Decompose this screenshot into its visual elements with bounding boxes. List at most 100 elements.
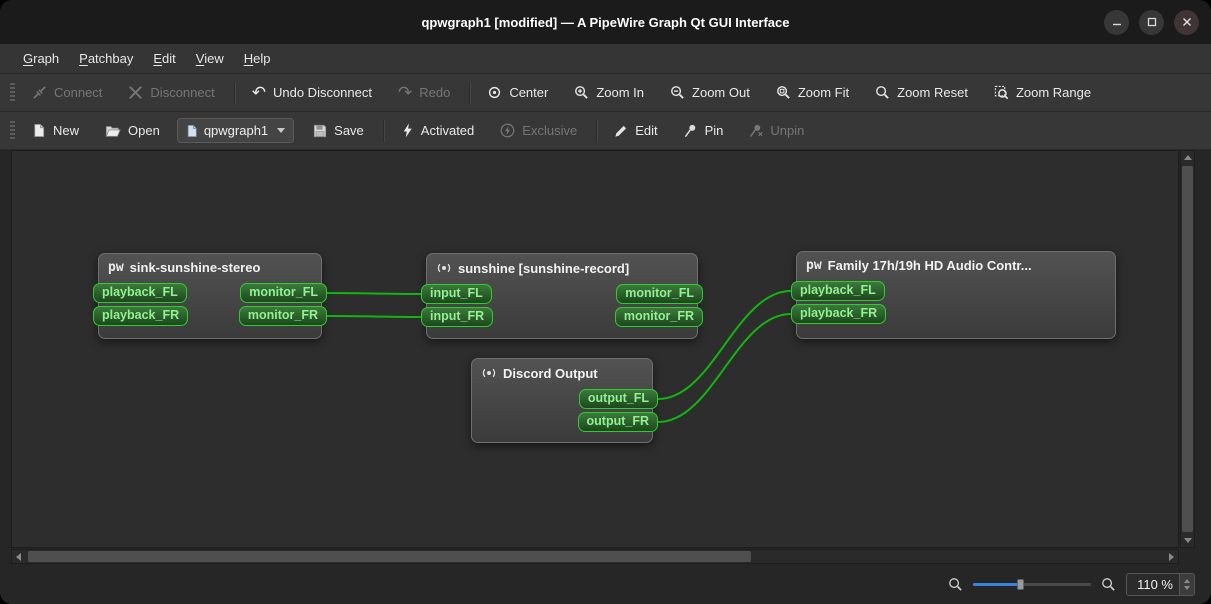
activated-button[interactable]: Activated (392, 118, 483, 143)
port-output-fr[interactable]: output_FR (577, 412, 658, 432)
port-monitor-fr[interactable]: monitor_FR (238, 306, 327, 326)
speaker-icon (482, 368, 496, 378)
exclusive-button[interactable]: Exclusive (491, 118, 586, 143)
node-sunshine[interactable]: sunshine [sunshine-record] input_FL moni… (421, 253, 703, 339)
toolbar-drag-handle[interactable] (10, 82, 15, 103)
open-folder-icon (105, 125, 121, 137)
magnifier-icon (1102, 577, 1115, 591)
zoom-spin-arrows[interactable] (1179, 573, 1194, 595)
port-monitor-fl[interactable]: monitor_FL (240, 283, 327, 303)
port-monitor-fl[interactable]: monitor_FL (616, 284, 703, 304)
new-button[interactable]: New (23, 118, 88, 143)
close-button[interactable] (1174, 9, 1199, 35)
spin-down-icon[interactable] (1184, 585, 1190, 590)
graph-canvas[interactable]: pw sink-sunshine-stereo playback_FL moni… (11, 150, 1179, 548)
disconnect-icon (129, 86, 143, 99)
zoom-reset-button[interactable]: Zoom Reset (866, 80, 977, 105)
zoom-range-icon (994, 85, 1009, 100)
pipewire-icon: pw (806, 258, 822, 273)
zoom-in-button[interactable]: Zoom In (565, 80, 653, 105)
new-document-icon (34, 123, 45, 138)
disconnect-button[interactable]: Disconnect (119, 80, 223, 105)
menu-patchbay[interactable]: Patchbay (70, 47, 142, 70)
pipewire-icon: pw (108, 260, 124, 275)
window-title: qpwgraph1 [modified] — A PipeWire Graph … (421, 14, 790, 30)
center-button[interactable]: Center (478, 80, 557, 105)
port-input-fl[interactable]: input_FL (421, 284, 492, 304)
menu-edit[interactable]: Edit (144, 47, 184, 70)
port-playback-fl[interactable]: playback_FL (93, 283, 187, 303)
scroll-left-button[interactable] (12, 550, 25, 563)
zoom-percent-spinbox[interactable]: 110 % (1126, 572, 1195, 596)
toolbar-drag-handle[interactable] (10, 120, 15, 141)
zoom-fit-button[interactable]: Zoom Fit (767, 80, 858, 105)
scroll-up-button[interactable] (1181, 151, 1194, 164)
connect-button[interactable]: Connect (23, 80, 111, 105)
zoom-fit-icon (776, 86, 790, 99)
main-area: pw sink-sunshine-stereo playback_FL moni… (0, 150, 1211, 568)
zoom-status-button[interactable] (1101, 577, 1116, 592)
zoom-reset-icon (876, 86, 889, 99)
unpin-icon (750, 124, 763, 137)
status-bar: 110 % (0, 568, 1211, 604)
zoom-out-button[interactable]: Zoom Out (661, 80, 759, 105)
node-discord-output[interactable]: Discord Output output_FL output_FR (471, 358, 658, 443)
menu-view[interactable]: View (187, 47, 233, 70)
redo-button[interactable]: ↷ Redo (389, 80, 459, 105)
minimize-icon (1112, 23, 1121, 26)
port-output-fl[interactable]: output_FL (578, 389, 658, 409)
menu-help[interactable]: Help (235, 47, 280, 70)
vertical-scrollbar-thumb[interactable] (1182, 166, 1193, 532)
zoom-fit-status-button[interactable] (948, 577, 963, 592)
file-icon (187, 124, 197, 137)
zoom-fit-icon (949, 577, 962, 591)
unpin-button[interactable]: Unpin (740, 118, 813, 143)
pin-icon (684, 124, 695, 137)
minimize-button[interactable] (1104, 9, 1129, 35)
node-sink-sunshine-stereo[interactable]: pw sink-sunshine-stereo playback_FL moni… (93, 253, 327, 339)
menu-graph[interactable]: Graph (14, 47, 68, 70)
patchbay-profile-combo[interactable]: qpwgraph1 (176, 118, 295, 143)
toolbar-separator (382, 119, 384, 142)
toolbar-separator (596, 119, 598, 142)
graph-toolbar: Connect Disconnect ↶ Undo Disconnect ↷ R… (0, 74, 1211, 112)
port-playback-fr[interactable]: playback_FR (791, 304, 887, 324)
open-button[interactable]: Open (96, 118, 169, 143)
node-family-hd-audio[interactable]: pw Family 17h/19h HD Audio Contr... play… (791, 251, 1116, 339)
spin-up-icon[interactable] (1184, 578, 1190, 583)
connections-layer (326, 290, 792, 423)
zoom-slider-handle[interactable] (1017, 579, 1025, 590)
pin-button[interactable]: Pin (675, 118, 733, 143)
node-title: sink-sunshine-stereo (129, 260, 261, 275)
toolbar-separator (233, 81, 235, 104)
vertical-scrollbar[interactable] (1180, 150, 1195, 548)
node-title: sunshine [sunshine-record] (458, 260, 630, 276)
port-input-fr[interactable]: input_FR (421, 307, 494, 327)
port-monitor-fr[interactable]: monitor_FR (614, 307, 703, 327)
zoom-slider[interactable] (973, 577, 1092, 591)
edit-button[interactable]: Edit (605, 118, 666, 143)
zoom-in-icon (575, 86, 589, 99)
window-controls (1104, 0, 1199, 44)
scrollbar-corner (1180, 549, 1195, 564)
scroll-right-button[interactable] (1165, 550, 1178, 563)
close-icon (1182, 18, 1191, 26)
combo-value: qpwgraph1 (203, 123, 269, 138)
zoom-slider-fill (973, 583, 1021, 586)
patchbay-toolbar: New Open qpwgraph1 Save Activated Exclus… (0, 112, 1211, 150)
horizontal-scrollbar[interactable] (11, 549, 1179, 564)
scroll-down-button[interactable] (1181, 534, 1194, 547)
exclusive-lightning-icon (500, 123, 515, 138)
save-button[interactable]: Save (304, 118, 373, 143)
port-playback-fr[interactable]: playback_FR (93, 306, 189, 326)
maximize-icon (1147, 17, 1156, 27)
title-bar: qpwgraph1 [modified] — A PipeWire Graph … (0, 0, 1211, 44)
zoom-out-icon (671, 86, 684, 99)
menu-bar: Graph Patchbay Edit View Help (0, 44, 1211, 74)
horizontal-scrollbar-thumb[interactable] (28, 551, 751, 562)
undo-disconnect-button[interactable]: ↶ Undo Disconnect (243, 80, 381, 105)
maximize-button[interactable] (1139, 9, 1164, 35)
zoom-range-button[interactable]: Zoom Range (985, 80, 1100, 105)
port-playback-fl[interactable]: playback_FL (791, 281, 885, 301)
toolbar-separator (469, 81, 471, 104)
